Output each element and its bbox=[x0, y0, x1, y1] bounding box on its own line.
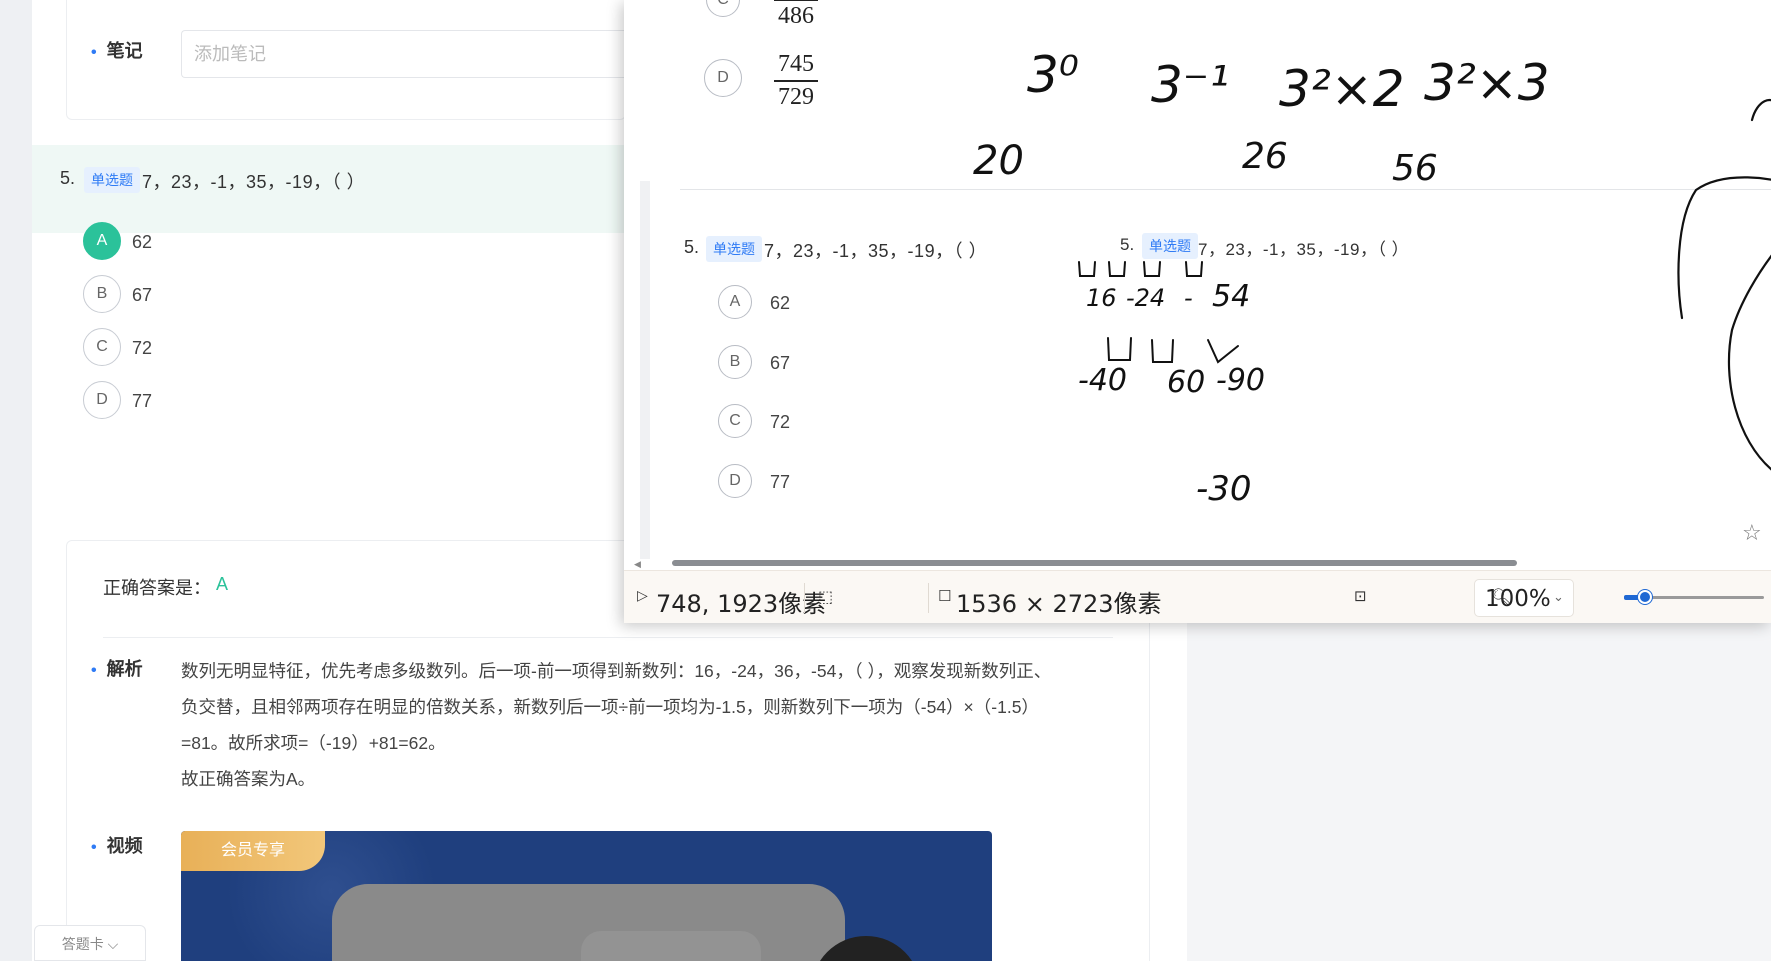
correct-answer-value: A bbox=[216, 574, 229, 594]
question-number: 5. bbox=[60, 168, 76, 188]
viewer-copy-type-tag: 单选题 bbox=[1142, 233, 1198, 259]
viewer-copy-question-text: 7，23，-1，35，-19，（ ） bbox=[1198, 240, 1410, 259]
scroll-thumb[interactable] bbox=[672, 560, 1517, 566]
ink-power-1: 3⁰ bbox=[1027, 46, 1079, 104]
ink-second-3: -90 bbox=[1216, 363, 1265, 398]
viewer-image-area[interactable]: C 486 D 745 729 5. 单选题 7，23，-1，35，-19，（ … bbox=[624, 0, 1771, 565]
option-c-value[interactable]: 72 bbox=[132, 338, 152, 359]
scroll-left-arrow-icon[interactable]: ◀ bbox=[634, 559, 641, 570]
ink-diff-2: 26 bbox=[1242, 136, 1288, 177]
image-size-icon: ☐ bbox=[938, 587, 952, 605]
ink-diff-1: 20 bbox=[973, 138, 1024, 184]
analysis-line: =81。故所求项=（-19）+81=62。 bbox=[181, 733, 446, 753]
fraction-denominator: 486 bbox=[778, 2, 814, 29]
answer-sheet-label: 答题卡 bbox=[61, 936, 104, 952]
viewer-option-c-circle: C bbox=[706, 0, 740, 17]
option-d-value[interactable]: 77 bbox=[132, 391, 152, 412]
viewer-option-a-value: 62 bbox=[770, 293, 791, 313]
zoom-dropdown[interactable]: 100% ⌄ bbox=[1474, 579, 1574, 617]
viewer-option-b-circle: B bbox=[718, 345, 752, 379]
status-separator bbox=[928, 583, 929, 613]
video-label: 视频 bbox=[91, 832, 143, 858]
zoom-out-icon[interactable]: 🔍︎ bbox=[1491, 587, 1511, 606]
viewer-status-bar: ▷ 748, 1923像素 ⬚ ☐ 1536 × 2723像素 ⊡ 100% ⌄… bbox=[624, 570, 1771, 623]
ink-power-3: 3²×2 bbox=[1279, 60, 1405, 118]
cursor-pointer-icon: ▷ bbox=[637, 588, 648, 604]
status-separator bbox=[804, 583, 805, 613]
answer-sheet-button[interactable]: 答题卡 ⌵ bbox=[34, 925, 146, 961]
viewer-option-a-circle: A bbox=[718, 285, 752, 319]
option-c-circle[interactable]: C bbox=[83, 328, 121, 366]
analysis-line: 负交替，且相邻两项存在明显的倍数关系，新数列后一项÷前一项均为-1.5，则新数列… bbox=[181, 697, 1039, 717]
note-label: 笔记 bbox=[91, 37, 143, 63]
viewer-question-number: 5. bbox=[684, 237, 700, 257]
ink-power-4: 3²×3 bbox=[1424, 54, 1550, 112]
image-size: 1536 × 2723像素 bbox=[956, 590, 1162, 618]
answer-divider bbox=[103, 637, 1113, 638]
ink-row-1: 16 bbox=[1086, 284, 1117, 312]
ink-diff-3: 56 bbox=[1392, 148, 1438, 189]
horizontal-scrollbar[interactable]: ◀ bbox=[634, 559, 1771, 570]
selection-icon[interactable]: ⬚ bbox=[818, 587, 833, 606]
fraction-numerator: 745 bbox=[778, 51, 814, 77]
fraction-denominator: 729 bbox=[778, 83, 814, 110]
ink-row-3: - bbox=[1184, 284, 1193, 312]
ink-bottom: -30 bbox=[1196, 469, 1252, 509]
analysis-line: 数列无明显特征，优先考虑多级数列。后一项-前一项得到新数列：16，-24，36，… bbox=[181, 661, 1052, 681]
chevron-down-icon: ⌵ bbox=[103, 936, 119, 952]
option-a-circle[interactable]: A bbox=[83, 222, 121, 260]
fraction-bar bbox=[774, 80, 818, 82]
option-d-circle[interactable]: D bbox=[83, 381, 121, 419]
analysis-text: 数列无明显特征，优先考虑多级数列。后一项-前一项得到新数列：16，-24，36，… bbox=[181, 653, 1111, 797]
viewer-left-bar bbox=[640, 181, 650, 559]
fraction-bar bbox=[774, 0, 818, 1]
viewer-option-d-circle: D bbox=[704, 59, 742, 97]
chevron-down-icon: ⌄ bbox=[1553, 590, 1564, 605]
option-b-circle[interactable]: B bbox=[83, 275, 121, 313]
left-gutter bbox=[0, 0, 32, 961]
video-player[interactable]: 会员专享 bbox=[181, 831, 992, 961]
viewer-copy-question-number: 5. bbox=[1120, 235, 1135, 254]
viewer-question-text: 7，23，-1，35，-19，（ ） bbox=[764, 241, 988, 261]
ink-second-1: -40 bbox=[1078, 363, 1127, 398]
ink-power-2: 3⁻¹ bbox=[1151, 56, 1229, 114]
viewer-option-c-circle-2: C bbox=[718, 404, 752, 438]
viewer-question-type-tag: 单选题 bbox=[706, 236, 762, 262]
ink-second-2: 60 bbox=[1167, 365, 1205, 400]
analysis-line: 故正确答案为A。 bbox=[181, 769, 316, 789]
question-type-tag: 单选题 bbox=[84, 167, 140, 193]
viewer-option-d-circle-2: D bbox=[718, 464, 752, 498]
star-icon[interactable]: ☆ bbox=[1742, 520, 1762, 546]
question-text: 7，23，-1，35，-19，（ ） bbox=[142, 172, 366, 192]
viewer-divider bbox=[680, 189, 1771, 190]
viewer-option-d-fraction: 745 729 bbox=[774, 51, 818, 111]
correct-answer-label: 正确答案是： bbox=[103, 578, 211, 598]
option-b-value[interactable]: 67 bbox=[132, 285, 152, 306]
ink-row-4: 54 bbox=[1212, 279, 1250, 314]
image-viewer-window[interactable]: C 486 D 745 729 5. 单选题 7，23，-1，35，-19，（ … bbox=[624, 0, 1771, 623]
option-a-value[interactable]: 62 bbox=[132, 232, 152, 253]
analysis-label: 解析 bbox=[91, 655, 143, 681]
viewer-option-c-fraction: 486 bbox=[774, 0, 818, 30]
viewer-option-d-value: 77 bbox=[770, 472, 791, 492]
fit-to-window-icon[interactable]: ⊡ bbox=[1354, 587, 1367, 605]
viewer-option-c-value: 72 bbox=[770, 412, 791, 432]
viewer-option-b-value: 67 bbox=[770, 353, 791, 373]
cursor-position: 748, 1923像素 bbox=[656, 590, 827, 618]
vip-badge: 会员专享 bbox=[181, 831, 325, 871]
note-input[interactable]: 添加笔记 bbox=[181, 30, 641, 78]
zoom-slider-thumb[interactable] bbox=[1638, 590, 1652, 604]
video-thumbnail-inner bbox=[581, 931, 761, 961]
ink-row-2: -24 bbox=[1126, 284, 1165, 312]
